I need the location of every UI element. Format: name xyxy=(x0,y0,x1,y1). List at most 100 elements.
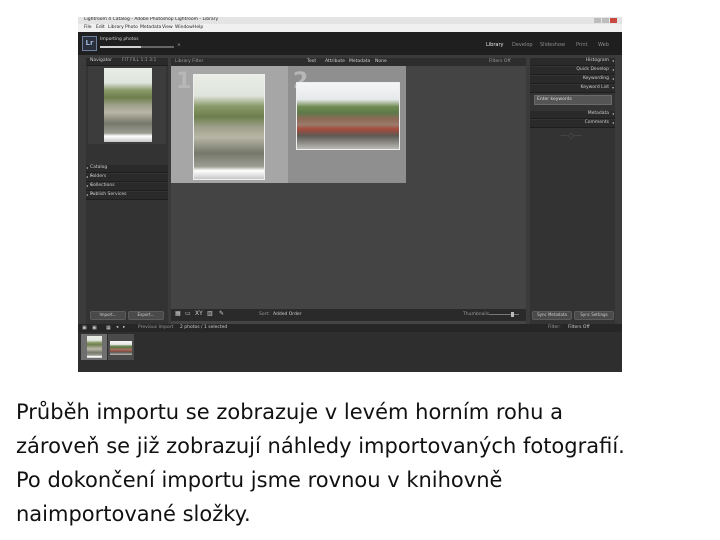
sort-label: Sort: xyxy=(259,312,270,317)
add-folder-icon[interactable]: + xyxy=(90,174,166,180)
grid-mini-icon[interactable]: ▦ xyxy=(106,325,111,331)
navigator-header[interactable]: Navigator FIT FILL 1:1 3:1 xyxy=(86,58,168,66)
filmstrip-cell[interactable] xyxy=(108,334,134,360)
module-slideshow[interactable]: Slideshow xyxy=(540,42,565,48)
photo-thumbnail[interactable] xyxy=(193,74,265,180)
filmstrip-source[interactable]: Previous Import xyxy=(138,325,173,331)
slider-handle[interactable] xyxy=(511,312,514,317)
library-filter-label: Library Filter xyxy=(175,59,204,64)
filter-attribute-tab[interactable]: Attribute xyxy=(325,59,345,65)
sync-bar: Sync Metadata Sync Settings xyxy=(530,309,615,321)
folders-section[interactable]: ◂ Folders + xyxy=(86,174,168,182)
right-panel: Histogram ◂ Preset Quick Develop ◂ Keywo… xyxy=(530,58,615,336)
sort-select[interactable]: Added Order xyxy=(273,312,302,318)
grid-cell[interactable]: 2 xyxy=(288,66,406,183)
module-develop[interactable]: Develop xyxy=(512,42,533,48)
filter-status[interactable]: Filters Off xyxy=(489,59,511,65)
cancel-import-icon[interactable]: × xyxy=(177,43,181,49)
menu-bar: File Edit Library Photo Metadata View Wi… xyxy=(78,24,622,32)
filmstrip-header: ▣ ▣ ▦ ◂ ▸ Previous Import 2 photos / 1 s… xyxy=(78,324,622,332)
keyword-filter-input[interactable]: Enter keywords xyxy=(534,95,612,105)
left-panel: Navigator FIT FILL 1:1 3:1 ◂ Catalog ◂ F… xyxy=(86,58,168,336)
export-button[interactable]: Export... xyxy=(128,311,164,320)
keyword-input-text: Enter keywords xyxy=(537,97,572,102)
thumbnail-size-slider[interactable] xyxy=(489,312,519,317)
filmstrip-filter-select[interactable]: Filters Off xyxy=(568,325,590,331)
menu-photo[interactable]: Photo xyxy=(125,25,138,31)
keyword-list-header[interactable]: Keyword List ▾ xyxy=(530,85,615,93)
menu-help[interactable]: Help xyxy=(193,25,203,31)
caption: Průběh importu se zobrazuje v levém horn… xyxy=(16,395,706,531)
keywording-header[interactable]: Keywording ◂ xyxy=(530,76,615,84)
photo-thumbnail[interactable] xyxy=(296,82,400,150)
import-progress-bar xyxy=(100,46,174,48)
histogram-label: Histogram xyxy=(585,58,609,63)
compare-view-icon[interactable]: XY xyxy=(195,311,203,317)
add-publish-icon[interactable]: + xyxy=(90,192,166,198)
survey-view-icon[interactable]: ▥ xyxy=(207,311,213,317)
module-web[interactable]: Web xyxy=(598,42,609,48)
filmstrip-thumbnail[interactable] xyxy=(87,336,102,358)
filter-text-tab[interactable]: Text xyxy=(307,59,316,65)
import-button[interactable]: Import... xyxy=(90,311,126,320)
add-collection-icon[interactable]: + xyxy=(90,183,166,189)
cell-number: 1 xyxy=(176,69,192,94)
grid-view-icon[interactable]: ▦ xyxy=(175,311,181,317)
export-label: Export... xyxy=(137,312,155,317)
grid-cell[interactable]: 1 xyxy=(171,66,288,183)
caption-line: zároveň se již zobrazují náhledy importo… xyxy=(16,434,625,458)
minimize-icon[interactable] xyxy=(594,18,601,23)
publish-services-section[interactable]: ◂ Publish Services + xyxy=(86,192,168,200)
import-progress-fill xyxy=(100,46,141,48)
monitor-1-icon[interactable]: ▣ xyxy=(82,325,87,331)
painter-icon[interactable]: ✎ xyxy=(219,311,224,317)
lightroom-logo: Lr xyxy=(82,36,97,51)
menu-view[interactable]: View xyxy=(162,25,173,31)
filter-none-tab[interactable]: None xyxy=(375,59,387,65)
window-title: Lightroom 4 Catalog - Adobe Photoshop Li… xyxy=(84,17,219,22)
metadata-header[interactable]: Default Metadata ◂ xyxy=(530,111,615,126)
filmstrip-cell[interactable] xyxy=(81,334,107,360)
navigator-zoom-options[interactable]: FIT FILL 1:1 3:1 xyxy=(122,58,156,64)
menu-edit[interactable]: Edit xyxy=(96,25,105,31)
maximize-icon[interactable] xyxy=(602,18,609,23)
lightroom-screenshot: Lightroom 4 Catalog - Adobe Photoshop Li… xyxy=(78,17,622,372)
title-bar: Lightroom 4 Catalog - Adobe Photoshop Li… xyxy=(78,17,622,24)
back-icon[interactable]: ◂ xyxy=(116,325,118,331)
menu-library[interactable]: Library xyxy=(108,25,124,31)
caption-line: Po dokončení importu jsme rovnou v kniho… xyxy=(16,468,503,492)
import-status-text: Importing photos xyxy=(100,37,139,42)
module-print[interactable]: Print xyxy=(576,42,588,48)
module-library[interactable]: Library xyxy=(486,42,503,48)
catalog-section[interactable]: ◂ Catalog xyxy=(86,165,168,173)
navigator-preview[interactable] xyxy=(88,66,166,144)
close-icon[interactable] xyxy=(610,18,617,23)
monitor-2-icon[interactable]: ▣ xyxy=(92,325,97,331)
forward-icon[interactable]: ▸ xyxy=(123,325,125,331)
comments-header[interactable]: Comments ◂ xyxy=(530,120,615,128)
sync-settings-button[interactable]: Sync Settings xyxy=(574,311,614,320)
panel-end-ornament: —◇— xyxy=(560,131,583,140)
caption-line: naimportované složky. xyxy=(16,502,251,526)
menu-window[interactable]: Window xyxy=(175,25,193,31)
quick-develop-header[interactable]: Preset Quick Develop ◂ xyxy=(530,67,615,82)
navigator-label: Navigator xyxy=(90,58,113,63)
thumbnails-label: Thumbnails xyxy=(463,312,490,317)
collections-section[interactable]: ◂ Collections + xyxy=(86,183,168,191)
menu-metadata[interactable]: Metadata xyxy=(140,25,161,31)
filmstrip-thumbnail[interactable] xyxy=(110,341,132,355)
import-export-bar: Import... Export... xyxy=(86,309,168,321)
loupe-view-icon[interactable]: ▭ xyxy=(185,311,191,317)
identity-plate: Lr Importing photos × Library Develop Sl… xyxy=(78,32,622,55)
menu-file[interactable]: File xyxy=(84,25,92,31)
navigator-photo xyxy=(104,68,152,142)
sync-metadata-button[interactable]: Sync Metadata xyxy=(532,311,572,320)
catalog-label: Catalog xyxy=(90,165,108,170)
library-toolbar: ▦ ▭ XY ▥ ✎ Sort: Added Order Thumbnails xyxy=(171,309,526,321)
keywording-label: Keywording xyxy=(582,76,609,81)
library-filter-bar: Library Filter Text Attribute Metadata N… xyxy=(171,58,526,66)
photo-grid: 1 2 xyxy=(171,66,406,183)
import-label: Import... xyxy=(99,312,117,317)
histogram-header[interactable]: Histogram ◂ xyxy=(530,58,615,66)
filter-metadata-tab[interactable]: Metadata xyxy=(349,59,370,65)
